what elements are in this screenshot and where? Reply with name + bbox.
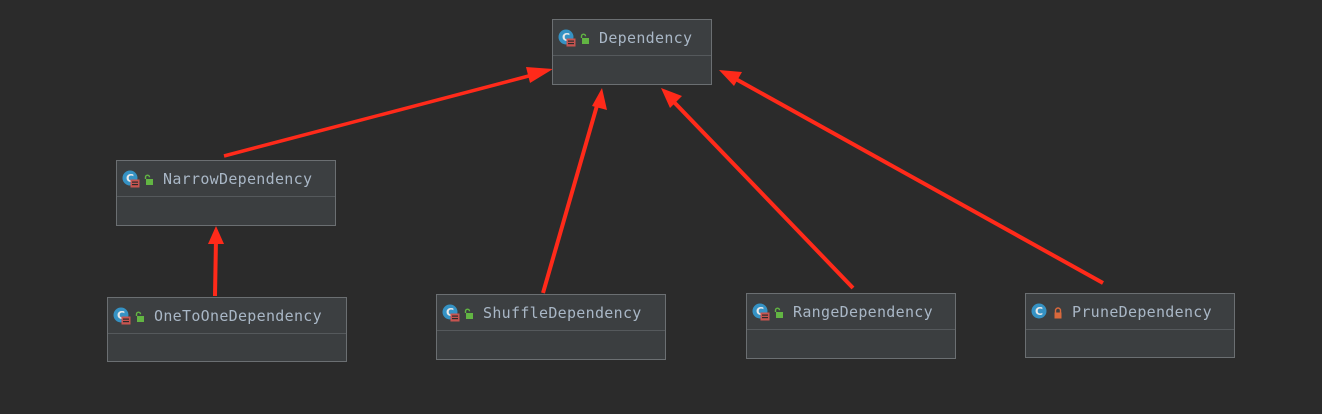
class-node-header: C OneToOneDependency bbox=[108, 298, 346, 334]
class-node-dependency[interactable]: C Dependency bbox=[552, 19, 712, 85]
edge-shuffle-to-dependency bbox=[541, 101, 600, 294]
class-name: PruneDependency bbox=[1072, 302, 1212, 321]
class-node-header: C NarrowDependency bbox=[117, 161, 335, 197]
class-icon: C bbox=[113, 307, 131, 325]
class-node-narrowdependency[interactable]: C NarrowDependency bbox=[116, 160, 336, 226]
class-members-area bbox=[108, 334, 346, 361]
unlocked-icon bbox=[579, 32, 591, 44]
arrowhead-narrow bbox=[526, 67, 553, 83]
unlocked-icon bbox=[134, 310, 146, 322]
class-node-rangedependency[interactable]: C RangeDependency bbox=[746, 293, 956, 359]
class-name: Dependency bbox=[599, 28, 693, 47]
class-members-area bbox=[1026, 330, 1234, 357]
class-name: RangeDependency bbox=[793, 302, 933, 321]
class-node-header: C ShuffleDependency bbox=[437, 295, 665, 331]
class-node-header: C RangeDependency bbox=[747, 294, 955, 330]
class-members-area bbox=[437, 331, 665, 359]
unlocked-icon bbox=[143, 173, 155, 185]
class-node-onetoonedependency[interactable]: C OneToOneDependency bbox=[107, 297, 347, 362]
arrowhead-onetoone bbox=[208, 226, 224, 244]
arrowhead-range bbox=[661, 88, 682, 108]
edge-onetoone-to-narrow bbox=[213, 237, 218, 297]
class-name: NarrowDependency bbox=[163, 169, 313, 188]
locked-icon bbox=[1052, 306, 1064, 318]
class-icon: C bbox=[442, 304, 460, 322]
class-node-shuffledependency[interactable]: C ShuffleDependency bbox=[436, 294, 666, 360]
arrowhead-prune bbox=[719, 70, 742, 86]
class-node-prunedependency[interactable]: C PruneDependency bbox=[1025, 293, 1235, 358]
svg-text:C: C bbox=[1035, 305, 1043, 318]
unlocked-icon bbox=[463, 307, 475, 319]
arrowhead-shuffle bbox=[592, 88, 607, 110]
class-node-header: C Dependency bbox=[553, 20, 711, 56]
unlocked-icon bbox=[773, 306, 785, 318]
class-node-header: C PruneDependency bbox=[1026, 294, 1234, 330]
class-members-area bbox=[117, 197, 335, 225]
class-members-area bbox=[553, 56, 711, 84]
class-name: OneToOneDependency bbox=[154, 306, 322, 325]
abstract-class-icon: C bbox=[558, 29, 576, 47]
class-icon: C bbox=[1031, 303, 1049, 321]
class-icon: C bbox=[752, 303, 770, 321]
abstract-class-icon: C bbox=[122, 170, 140, 188]
class-name: ShuffleDependency bbox=[483, 303, 642, 322]
uml-diagram-canvas: C Dependency C NarrowDependency C OneToO… bbox=[0, 0, 1322, 414]
edge-range-to-dependency bbox=[670, 98, 855, 290]
class-members-area bbox=[747, 330, 955, 358]
edge-narrow-to-dependency bbox=[223, 71, 541, 158]
edge-prune-to-dependency bbox=[733, 76, 1104, 285]
